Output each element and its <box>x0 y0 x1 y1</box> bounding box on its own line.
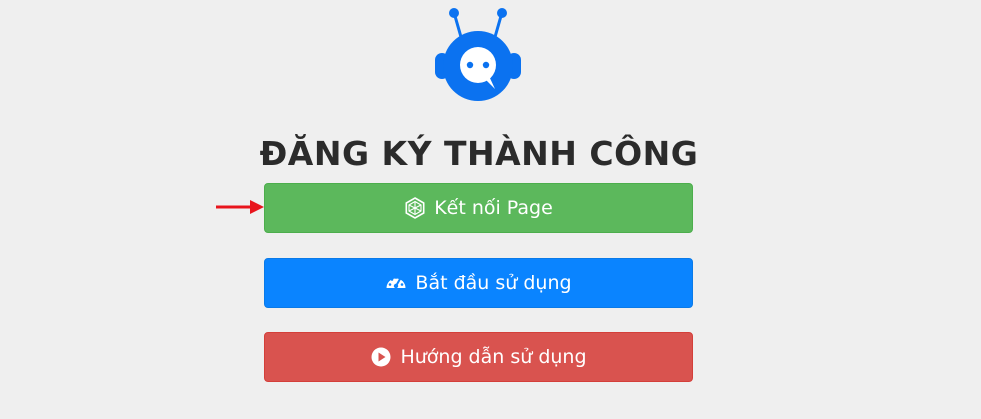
chat-robot-logo-icon <box>433 7 523 103</box>
page-title: ĐĂNG KÝ THÀNH CÔNG <box>259 134 699 173</box>
start-using-button[interactable]: Bắt đầu sử dụng <box>264 258 693 308</box>
connect-page-label: Kết nối Page <box>434 197 553 219</box>
dashboard-gauge-icon <box>385 272 407 294</box>
red-arrow-icon <box>216 197 266 217</box>
usage-guide-button[interactable]: Hướng dẫn sử dụng <box>264 332 693 382</box>
connect-page-button[interactable]: Kết nối Page <box>264 183 693 233</box>
usage-guide-label: Hướng dẫn sử dụng <box>400 346 587 368</box>
polygon-network-icon <box>404 197 426 219</box>
start-using-label: Bắt đầu sử dụng <box>415 272 572 294</box>
play-circle-icon <box>370 346 392 368</box>
